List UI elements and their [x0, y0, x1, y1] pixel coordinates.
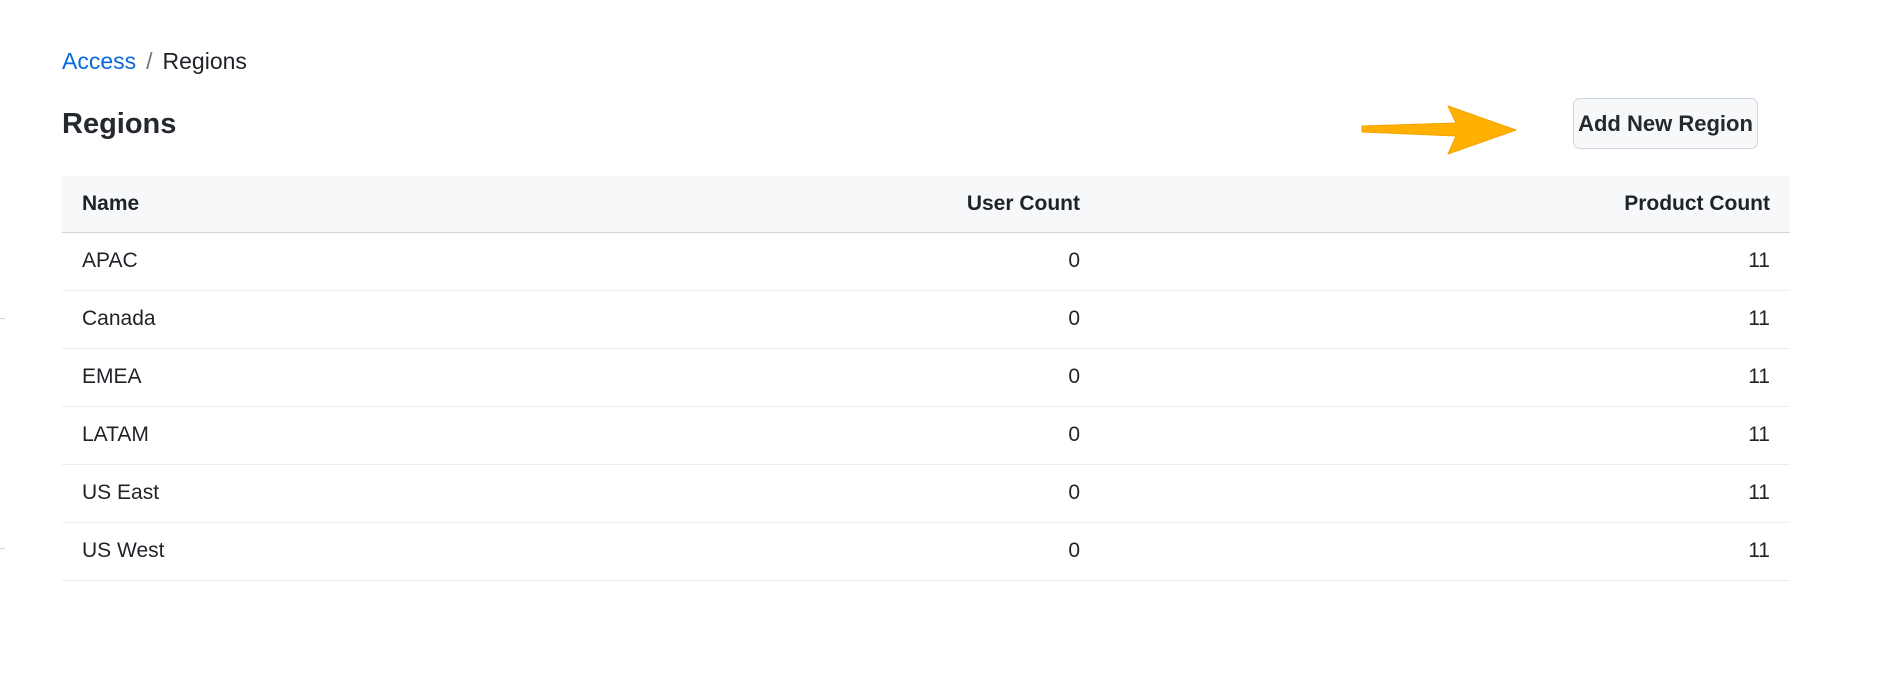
regions-table: Name User Count Product Count APAC 0 11 … — [62, 176, 1790, 581]
breadcrumb: Access / Regions — [62, 46, 247, 76]
product-count-cell: 11 — [1100, 290, 1790, 349]
region-name-cell: US East — [62, 464, 580, 523]
product-count-cell: 11 — [1100, 522, 1790, 581]
table-row[interactable]: APAC 0 11 — [62, 232, 1790, 291]
edge-divider — [0, 548, 5, 549]
user-count-cell: 0 — [580, 232, 1100, 291]
user-count-cell: 0 — [580, 522, 1100, 581]
table-row[interactable]: EMEA 0 11 — [62, 348, 1790, 407]
user-count-cell: 0 — [580, 464, 1100, 523]
table-row[interactable]: US East 0 11 — [62, 464, 1790, 523]
user-count-cell: 0 — [580, 290, 1100, 349]
region-name-cell: US West — [62, 522, 580, 581]
annotation-arrow-icon — [1361, 105, 1517, 155]
edge-divider — [0, 318, 5, 319]
user-count-cell: 0 — [580, 406, 1100, 465]
table-row[interactable]: Canada 0 11 — [62, 290, 1790, 349]
region-name-cell: Canada — [62, 290, 580, 349]
product-count-cell: 11 — [1100, 464, 1790, 523]
product-count-cell: 11 — [1100, 232, 1790, 291]
product-count-cell: 11 — [1100, 406, 1790, 465]
table-row[interactable]: LATAM 0 11 — [62, 406, 1790, 465]
column-header-user-count[interactable]: User Count — [580, 176, 1100, 233]
breadcrumb-link-access[interactable]: Access — [62, 46, 136, 76]
page-title: Regions — [62, 108, 177, 140]
breadcrumb-separator: / — [146, 48, 153, 74]
annotation-arrow-shape — [1361, 105, 1517, 155]
breadcrumb-current: Regions — [162, 48, 247, 74]
user-count-cell: 0 — [580, 348, 1100, 407]
column-header-product-count[interactable]: Product Count — [1100, 176, 1790, 233]
table-row[interactable]: US West 0 11 — [62, 522, 1790, 581]
table-header-row: Name User Count Product Count — [62, 176, 1790, 233]
region-name-cell: LATAM — [62, 406, 580, 465]
column-header-name[interactable]: Name — [62, 176, 580, 233]
add-new-region-button[interactable]: Add New Region — [1573, 98, 1758, 149]
region-name-cell: EMEA — [62, 348, 580, 407]
region-name-cell: APAC — [62, 232, 580, 291]
product-count-cell: 11 — [1100, 348, 1790, 407]
